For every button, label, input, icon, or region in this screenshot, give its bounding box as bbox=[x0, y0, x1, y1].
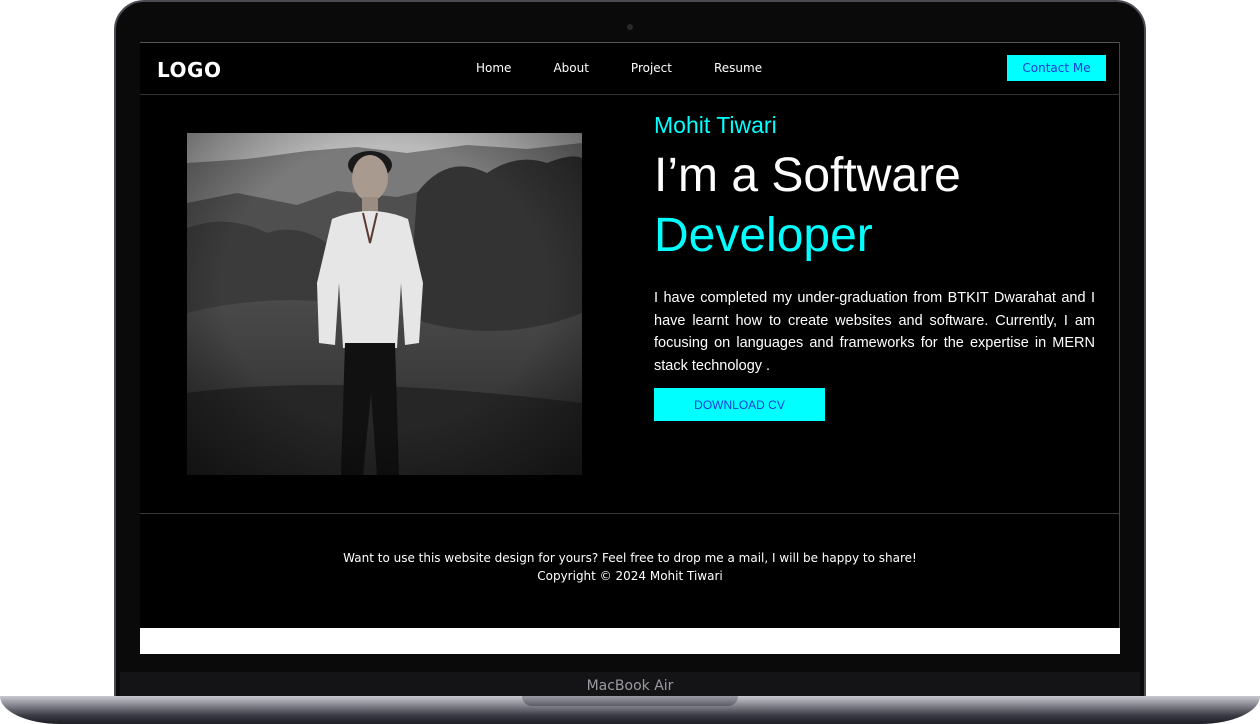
screen-bottom-strip bbox=[140, 628, 1120, 654]
nav-link-home[interactable]: Home bbox=[476, 61, 511, 75]
navbar: LOGO Home About Project Resume Contact M… bbox=[140, 42, 1120, 95]
laptop-hinge: MacBook Air bbox=[120, 672, 1140, 698]
contact-me-button[interactable]: Contact Me bbox=[1007, 55, 1106, 81]
footer-message: Want to use this website design for your… bbox=[343, 551, 917, 565]
nav-link-project[interactable]: Project bbox=[631, 61, 672, 75]
nav-link-resume[interactable]: Resume bbox=[714, 61, 762, 75]
nav-link-about[interactable]: About bbox=[553, 61, 588, 75]
footer-copyright: Copyright © 2024 Mohit Tiwari bbox=[537, 569, 723, 583]
hero-headline-line2: Developer bbox=[654, 209, 873, 262]
download-cv-button[interactable]: DOWNLOAD CV bbox=[654, 388, 825, 421]
website-screen: LOGO Home About Project Resume Contact M… bbox=[140, 42, 1120, 654]
device-model-label: MacBook Air bbox=[586, 678, 674, 694]
site-logo[interactable]: LOGO bbox=[157, 58, 221, 82]
laptop-notch bbox=[522, 696, 738, 706]
screen-right-border bbox=[1119, 42, 1120, 628]
hero-headline-line1: I’m a Software bbox=[654, 149, 961, 202]
profile-photo bbox=[187, 133, 582, 475]
webcam-icon bbox=[627, 24, 633, 30]
nav-links: Home About Project Resume bbox=[476, 61, 804, 75]
hero-description: I have completed my under-graduation fro… bbox=[654, 290, 1095, 374]
hero-name: Mohit Tiwari bbox=[654, 112, 777, 138]
footer: Want to use this website design for your… bbox=[140, 549, 1120, 585]
footer-divider bbox=[140, 513, 1120, 514]
